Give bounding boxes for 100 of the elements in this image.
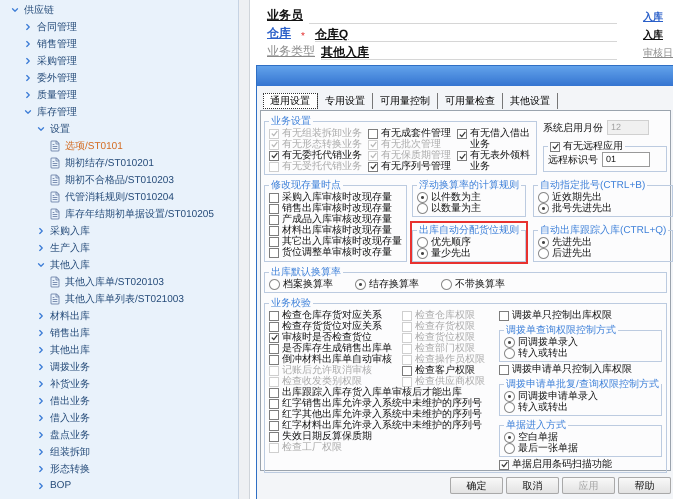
tree-item[interactable]: 代管消耗规则/ST010204 xyxy=(0,188,238,205)
radio-button[interactable] xyxy=(417,248,428,259)
tab[interactable]: 其他设置 xyxy=(503,93,558,109)
tree-item[interactable]: 销售出库 xyxy=(0,324,238,341)
radio-button[interactable] xyxy=(538,203,549,214)
chevron-right-icon[interactable] xyxy=(36,446,46,456)
checkbox[interactable] xyxy=(368,128,378,138)
radio-button[interactable] xyxy=(538,237,549,248)
radio-button[interactable] xyxy=(538,192,549,203)
checkbox[interactable] xyxy=(269,432,279,442)
chevron-right-icon[interactable] xyxy=(23,22,33,32)
tree-item[interactable]: 采购管理 xyxy=(0,52,238,69)
radio-button[interactable] xyxy=(417,192,428,203)
dialog-button[interactable]: 确定 xyxy=(450,477,503,494)
field-link[interactable]: 入库 xyxy=(643,10,663,24)
tree-item[interactable]: 采购入库 xyxy=(0,222,238,239)
tree-item[interactable]: 其他入库单/ST020103 xyxy=(0,273,238,290)
chevron-right-icon[interactable] xyxy=(36,328,46,338)
tree-item[interactable]: 库存管理 xyxy=(0,103,238,120)
tree-item[interactable]: 调拨业务 xyxy=(0,358,238,375)
tab[interactable]: 专用设置 xyxy=(318,93,373,109)
chevron-right-icon[interactable] xyxy=(36,242,46,252)
checkbox[interactable] xyxy=(269,214,279,224)
tree-item[interactable]: 合同管理 xyxy=(0,18,238,35)
input-field[interactable]: 其他入库 xyxy=(321,44,617,60)
tab[interactable]: 可用量检查 xyxy=(438,93,503,109)
chevron-right-icon[interactable] xyxy=(36,412,46,422)
input-field[interactable]: 01 xyxy=(602,152,650,167)
dialog-button[interactable]: 取消 xyxy=(506,477,559,494)
tree-item[interactable]: 库存年结期初单据设置/ST010205 xyxy=(0,205,238,222)
tree-item[interactable]: 补货业务 xyxy=(0,375,238,392)
chevron-right-icon[interactable] xyxy=(36,344,46,354)
tree-item[interactable]: 其他出库 xyxy=(0,341,238,358)
tree-item[interactable]: 其他入库单列表/ST021003 xyxy=(0,290,238,307)
checkbox[interactable] xyxy=(368,162,378,172)
tree-item[interactable]: 盘点业务 xyxy=(0,426,238,443)
chevron-right-icon[interactable] xyxy=(36,396,46,406)
checkbox[interactable] xyxy=(269,332,279,342)
checkbox[interactable] xyxy=(499,310,509,320)
chevron-right-icon[interactable] xyxy=(23,56,33,66)
chevron-right-icon[interactable] xyxy=(36,310,46,320)
checkbox[interactable] xyxy=(269,388,279,398)
chevron-right-icon[interactable] xyxy=(23,72,33,82)
checkbox[interactable] xyxy=(269,248,279,258)
chevron-right-icon[interactable] xyxy=(36,464,46,474)
tree-item[interactable]: 期初不合格品/ST010203 xyxy=(0,171,238,188)
radio-button[interactable] xyxy=(504,391,515,402)
checkbox[interactable] xyxy=(269,420,279,430)
radio-button[interactable] xyxy=(538,248,549,259)
radio-button[interactable] xyxy=(355,279,366,290)
chevron-right-icon[interactable] xyxy=(23,90,33,100)
checkbox[interactable] xyxy=(269,322,279,332)
radio-button[interactable] xyxy=(504,432,515,443)
tree-item[interactable]: 供应链 xyxy=(0,1,238,18)
radio-button[interactable] xyxy=(417,203,428,214)
tree-item[interactable]: 借出业务 xyxy=(0,392,238,409)
checkbox[interactable] xyxy=(269,150,279,160)
checkbox[interactable] xyxy=(499,364,509,374)
checkbox[interactable] xyxy=(457,129,467,139)
checkbox[interactable] xyxy=(269,192,279,202)
checkbox[interactable] xyxy=(402,366,412,376)
checkbox[interactable] xyxy=(269,344,279,354)
chevron-right-icon[interactable] xyxy=(36,226,46,236)
radio-button[interactable] xyxy=(441,279,452,290)
checkbox[interactable] xyxy=(269,310,279,320)
tree-item[interactable]: 销售管理 xyxy=(0,35,238,52)
tree-item[interactable]: 委外管理 xyxy=(0,69,238,86)
checkbox[interactable] xyxy=(269,410,279,420)
checkbox[interactable] xyxy=(457,151,467,161)
chevron-right-icon[interactable] xyxy=(23,38,33,48)
radio-button[interactable] xyxy=(504,337,515,348)
radio-button[interactable] xyxy=(504,348,515,359)
checkbox[interactable] xyxy=(269,236,279,246)
tree-item[interactable]: 其他入库 xyxy=(0,256,238,273)
tree-item[interactable]: 形态转换 xyxy=(0,460,238,477)
chevron-right-icon[interactable] xyxy=(36,378,46,388)
checkbox[interactable] xyxy=(269,398,279,408)
checkbox[interactable] xyxy=(269,204,279,214)
input-field[interactable]: 仓库Q xyxy=(314,26,617,42)
radio-button[interactable] xyxy=(417,237,428,248)
radio-button[interactable] xyxy=(269,279,280,290)
field-link[interactable]: 仓库 xyxy=(267,25,291,42)
checkbox[interactable] xyxy=(269,354,279,364)
tree-item[interactable]: 材料出库 xyxy=(0,307,238,324)
radio-button[interactable] xyxy=(504,402,515,413)
tree-item[interactable]: 期初结存/ST010201 xyxy=(0,154,238,171)
radio-button[interactable] xyxy=(504,443,515,454)
dialog-button[interactable]: 帮助 xyxy=(618,477,671,494)
tree-item[interactable]: 组装拆卸 xyxy=(0,443,238,460)
chevron-right-icon[interactable] xyxy=(36,362,46,372)
chevron-right-icon[interactable] xyxy=(36,480,46,490)
tree-item[interactable]: 借入业务 xyxy=(0,409,238,426)
checkbox[interactable] xyxy=(269,226,279,236)
checkbox[interactable] xyxy=(499,460,509,470)
chevron-right-icon[interactable] xyxy=(36,430,46,440)
checkbox[interactable] xyxy=(550,142,560,152)
tab[interactable]: 可用量控制 xyxy=(373,93,438,109)
tree-item[interactable]: 生产入库 xyxy=(0,239,238,256)
tree-item[interactable]: BOP xyxy=(0,477,238,494)
tree-item[interactable]: 质量管理 xyxy=(0,86,238,103)
